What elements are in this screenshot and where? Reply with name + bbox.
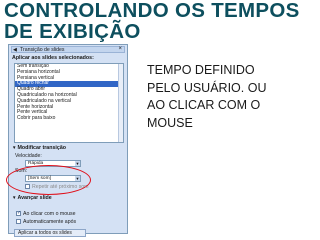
apply-to-all-slides-button[interactable]: Aplicar a todos os slides <box>14 229 86 237</box>
slide-body-text: TEMPO DEFINIDO PELO USUÁRIO. OU AO CLICA… <box>147 62 317 132</box>
section-collapse-icon[interactable]: ▼ <box>12 195 16 200</box>
modify-transition-section: ▼Modificar transição <box>12 145 66 151</box>
chevron-down-icon[interactable]: ▼ <box>75 161 80 166</box>
apply-to-selected-label: Aplicar aos slides selecionados: <box>12 55 94 61</box>
on-mouse-click-checkbox[interactable] <box>16 210 21 216</box>
speed-label: Velocidade: <box>15 153 42 159</box>
slide-title: CONTROLANDO OS TEMPOS DE EXIBIÇÃO <box>4 0 320 42</box>
slide-title-line-1: CONTROLANDO OS TEMPOS <box>4 0 300 22</box>
panel-back-icon[interactable]: ◀ <box>13 47 17 53</box>
automatically-after-label: Automaticamente após <box>23 219 77 225</box>
close-icon[interactable]: × <box>118 46 122 52</box>
body-line-3: AO CLICAR COM O <box>147 98 261 112</box>
panel-header-title: Transição de slides <box>20 47 65 53</box>
on-mouse-click-label: Ao clicar com o mouse <box>23 211 76 217</box>
highlight-ellipse <box>6 165 91 195</box>
modify-transition-label: Modificar transição <box>17 145 67 151</box>
body-line-2: PELO USUÁRIO. OU <box>147 80 267 95</box>
slide-transition-panel: ◀ Transição de slides × Aplicar aos slid… <box>8 44 128 237</box>
section-collapse-icon[interactable]: ▼ <box>12 145 16 150</box>
advance-slide-section: ▼Avançar slide <box>12 195 52 201</box>
transition-list[interactable]: Sem transição Persiana horizontal Persiana… <box>14 63 124 143</box>
body-line-1: TEMPO DEFINIDO <box>147 63 255 77</box>
transition-list-scrollbar[interactable] <box>118 64 123 142</box>
advance-slide-label: Avançar slide <box>17 195 52 201</box>
slide-title-line-2: DE EXIBIÇÃO <box>4 20 141 43</box>
panel-header: ◀ Transição de slides × <box>11 46 125 53</box>
body-line-4: MOUSE <box>147 115 193 130</box>
automatically-after-checkbox[interactable] <box>16 219 21 224</box>
transition-list-item[interactable]: Cobrir para baixo <box>15 115 123 122</box>
